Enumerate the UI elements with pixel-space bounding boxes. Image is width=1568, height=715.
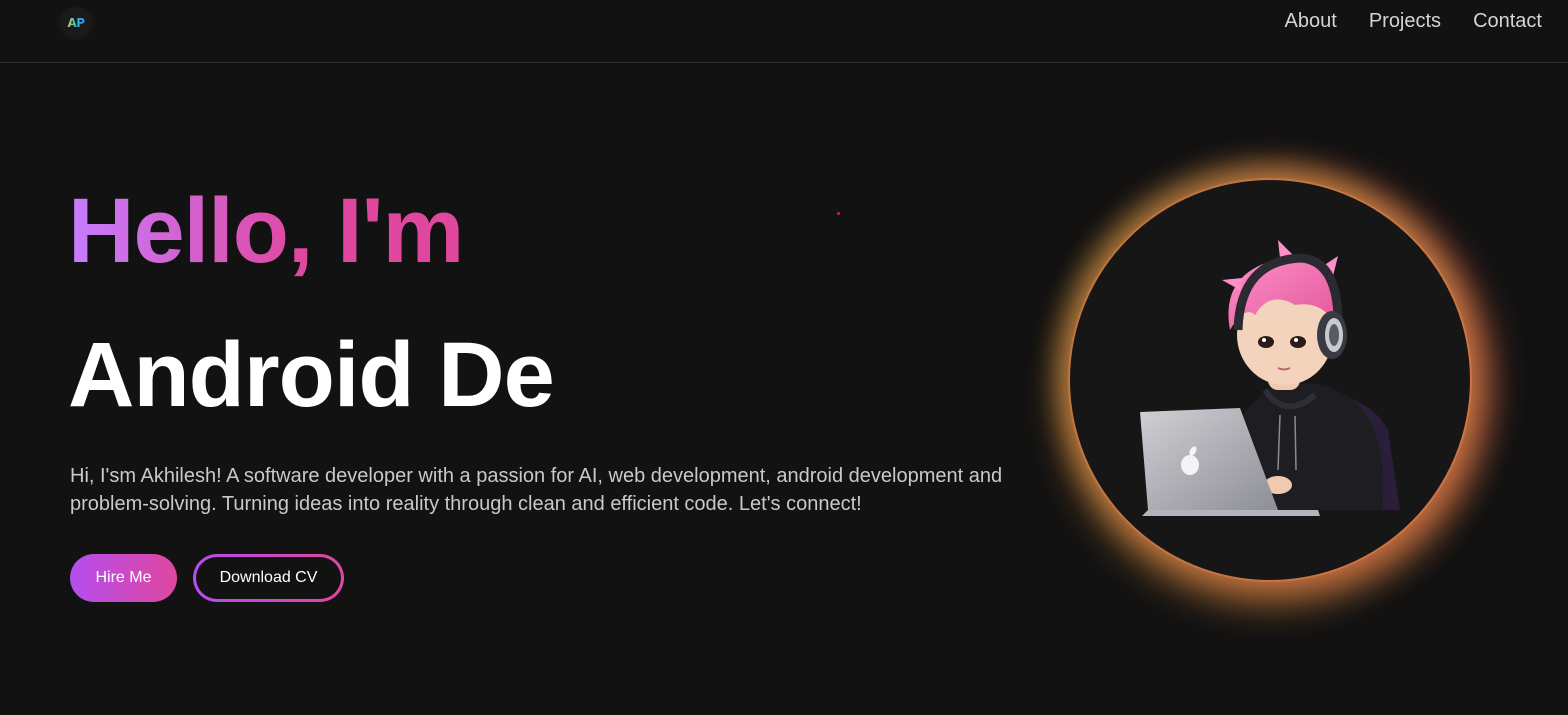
- nav-link-projects[interactable]: Projects: [1369, 10, 1441, 33]
- download-cv-button[interactable]: Download CV: [193, 554, 344, 602]
- developer-avatar-illustration: [1140, 240, 1400, 516]
- nav-links: About Projects Contact: [1285, 10, 1542, 33]
- nav-link-contact[interactable]: Contact: [1473, 10, 1542, 33]
- nav-link-about[interactable]: About: [1285, 10, 1337, 33]
- page: AP About Projects Contact Hello, I'm And…: [0, 0, 1568, 715]
- hero-greeting: Hello, I'm: [68, 176, 464, 286]
- download-cv-label: Download CV: [219, 569, 318, 586]
- decorative-dot: [837, 212, 840, 215]
- hire-me-button[interactable]: Hire Me: [70, 554, 177, 602]
- logo-text: AP: [67, 16, 85, 30]
- hero-role-typewriter: Android De: [68, 324, 555, 426]
- navbar: AP About Projects Contact: [0, 0, 1568, 63]
- hero-buttons: Hire Me Download CV: [70, 554, 344, 602]
- download-cv-inner: Download CV: [196, 557, 341, 599]
- hire-me-label: Hire Me: [95, 569, 152, 586]
- avatar-circle: [1070, 180, 1470, 580]
- logo[interactable]: AP: [58, 6, 94, 40]
- hero-description: Hi, I'sm Akhilesh! A software developer …: [70, 465, 1003, 515]
